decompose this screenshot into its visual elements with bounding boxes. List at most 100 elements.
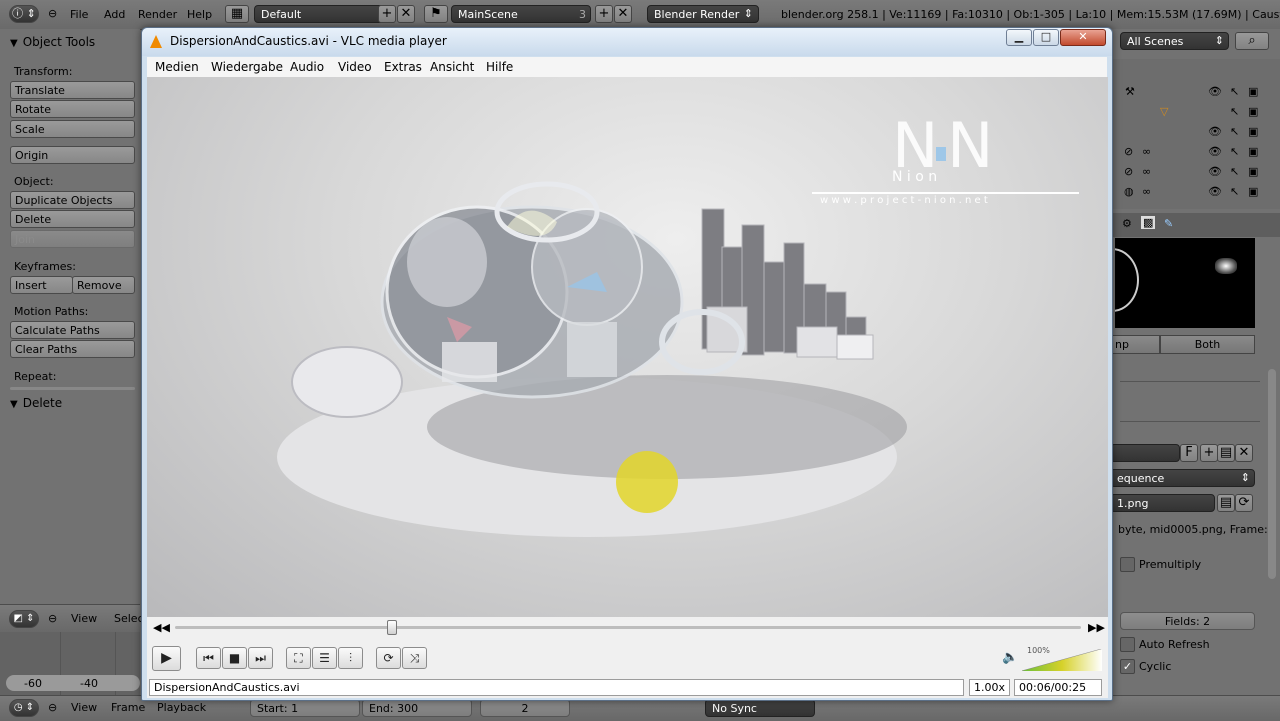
eye-icon[interactable]: 👁 xyxy=(1208,185,1222,198)
tab-both[interactable]: Both xyxy=(1160,335,1255,354)
delete-button[interactable]: Delete xyxy=(10,210,135,228)
image-name-field[interactable] xyxy=(1110,444,1180,462)
video-frame[interactable]: N N N i o n w w w . p r o j e c t - n i … xyxy=(147,77,1108,617)
search-icon[interactable]: ⌕ xyxy=(1235,32,1269,50)
speaker-icon[interactable]: 🔈 xyxy=(1002,650,1018,665)
seek-forward-icon[interactable]: ▶▶ xyxy=(1088,621,1105,634)
eye-icon[interactable]: 👁 xyxy=(1208,85,1222,98)
insert-keyframe-button[interactable]: Insert xyxy=(10,276,73,294)
seek-handle[interactable] xyxy=(387,620,398,635)
open-folder-icon[interactable]: ▤ xyxy=(1217,444,1235,462)
calculate-paths-button[interactable]: Calculate Paths xyxy=(10,321,135,339)
current-frame-field[interactable]: 2 xyxy=(480,699,570,717)
add-image-icon[interactable]: + xyxy=(1200,444,1218,462)
scale-button[interactable]: Scale xyxy=(10,120,135,138)
scene-icon[interactable]: ⚑ xyxy=(424,5,448,23)
image-source-select[interactable]: equence ⇕ xyxy=(1110,469,1255,487)
remove-layout-icon[interactable]: ✕ xyxy=(397,5,415,23)
sync-mode-select[interactable]: No Sync xyxy=(705,699,815,717)
shuffle-button[interactable]: ⤨ xyxy=(402,647,427,669)
seek-bar[interactable] xyxy=(175,620,1081,635)
reload-icon[interactable]: ⟳ xyxy=(1235,494,1253,512)
playlist-button[interactable]: ☰ xyxy=(312,647,337,669)
join-button[interactable]: Join xyxy=(10,230,135,248)
cursor-icon[interactable]: ↖ xyxy=(1230,145,1239,158)
timeline-editor-icon[interactable]: ◷ ⇕ xyxy=(9,699,39,717)
translate-button[interactable]: Translate xyxy=(10,81,135,99)
rotate-button[interactable]: Rotate xyxy=(10,100,135,118)
cursor-icon[interactable]: ↖ xyxy=(1230,85,1239,98)
loop-button[interactable]: ⟳ xyxy=(376,647,401,669)
image-filepath-field[interactable]: 1.png xyxy=(1110,494,1215,512)
brush-icon[interactable]: ✎ xyxy=(1164,217,1173,230)
open-folder-icon[interactable]: ▤ xyxy=(1217,494,1235,512)
eye-icon[interactable]: 👁 xyxy=(1208,125,1222,138)
menu-audio[interactable]: Audio xyxy=(290,60,324,74)
timeline-playback-menu[interactable]: Playback xyxy=(157,701,206,714)
fields-field[interactable]: Fields: 2 xyxy=(1120,612,1255,630)
camera-icon[interactable]: ▣ xyxy=(1248,165,1258,178)
premultiply-checkbox[interactable] xyxy=(1120,557,1135,572)
next-button[interactable]: ⏭ xyxy=(248,647,273,669)
stop-button[interactable]: ■ xyxy=(222,647,247,669)
view-menu[interactable]: View xyxy=(71,612,97,625)
close-button[interactable]: ✕ xyxy=(1060,29,1106,46)
scene-field[interactable]: MainScene 3 xyxy=(451,5,591,23)
unlink-image-icon[interactable]: ✕ xyxy=(1235,444,1253,462)
info-editor-icon[interactable]: ⓘ ⇕ xyxy=(9,5,39,23)
cursor-icon[interactable]: ↖ xyxy=(1230,185,1239,198)
camera-icon[interactable]: ▣ xyxy=(1248,185,1258,198)
scenes-filter-select[interactable]: All Scenes ⇕ xyxy=(1120,32,1229,50)
checker-texture-icon[interactable]: ▩ xyxy=(1141,216,1156,229)
render-engine-select[interactable]: Blender Render ⇕ xyxy=(647,5,759,23)
end-frame-field[interactable]: End: 300 xyxy=(362,699,472,717)
volume-slider[interactable]: 100% xyxy=(1021,646,1103,672)
tab-left[interactable]: np xyxy=(1110,335,1160,354)
vlc-titlebar[interactable]: DispersionAndCaustics.avi - VLC media pl… xyxy=(142,28,1112,56)
properties-scrollbar[interactable] xyxy=(1268,369,1276,579)
fullscreen-button[interactable]: ⛶ xyxy=(286,647,311,669)
play-button[interactable]: ▶ xyxy=(152,646,181,671)
camera-icon[interactable]: ▣ xyxy=(1248,85,1258,98)
delete-panel-header[interactable]: ▼ Delete xyxy=(10,396,62,410)
previous-button[interactable]: ⏮ xyxy=(196,647,221,669)
remove-keyframe-button[interactable]: Remove xyxy=(72,276,135,294)
texture-tab-icon[interactable]: ⚙ xyxy=(1122,217,1132,230)
add-scene-icon[interactable]: + xyxy=(595,5,613,23)
eye-icon[interactable]: 👁 xyxy=(1208,145,1222,158)
menu-render[interactable]: Render xyxy=(138,8,177,21)
fake-user-button[interactable]: F xyxy=(1180,444,1198,462)
extended-settings-button[interactable]: ⫶ xyxy=(338,647,363,669)
screen-layout-icon[interactable]: ▦ xyxy=(225,5,249,23)
start-frame-field[interactable]: Start: 1 xyxy=(250,699,360,717)
timeline-frame-menu[interactable]: Frame xyxy=(111,701,145,714)
duplicate-objects-button[interactable]: Duplicate Objects xyxy=(10,191,135,209)
collapse-icon[interactable]: ⊖ xyxy=(48,701,57,714)
cyclic-checkbox[interactable]: ✓ xyxy=(1120,659,1135,674)
seek-back-icon[interactable]: ◀◀ xyxy=(153,621,170,634)
remove-scene-icon[interactable]: ✕ xyxy=(614,5,632,23)
object-tools-panel-header[interactable]: ▼ Object Tools xyxy=(10,35,95,49)
origin-button[interactable]: Origin xyxy=(10,146,135,164)
menu-add[interactable]: Add xyxy=(104,8,125,21)
menu-ansicht[interactable]: Ansicht xyxy=(430,60,474,74)
collapse-icon[interactable]: ⊖ xyxy=(48,612,57,625)
add-layout-icon[interactable]: + xyxy=(378,5,396,23)
layout-field[interactable]: Default xyxy=(254,5,396,23)
minimize-button[interactable]: ▁ xyxy=(1006,29,1032,46)
collapse-icon[interactable]: ⊖ xyxy=(48,7,57,20)
menu-wiedergabe[interactable]: Wiedergabe xyxy=(211,60,283,74)
auto-refresh-checkbox[interactable] xyxy=(1120,637,1135,652)
menu-hilfe[interactable]: Hilfe xyxy=(486,60,513,74)
menu-medien[interactable]: Medien xyxy=(155,60,199,74)
camera-icon[interactable]: ▣ xyxy=(1248,105,1258,118)
camera-icon[interactable]: ▣ xyxy=(1248,125,1258,138)
clear-paths-button[interactable]: Clear Paths xyxy=(10,340,135,358)
maximize-button[interactable]: □ xyxy=(1033,29,1059,46)
time-display[interactable]: 00:06/00:25 xyxy=(1014,679,1102,696)
timeline-view-menu[interactable]: View xyxy=(71,701,97,714)
cursor-icon[interactable]: ↖ xyxy=(1230,165,1239,178)
timeline-area[interactable]: -60 -40 xyxy=(0,632,140,695)
camera-icon[interactable]: ▣ xyxy=(1248,145,1258,158)
menu-extras[interactable]: Extras xyxy=(384,60,422,74)
